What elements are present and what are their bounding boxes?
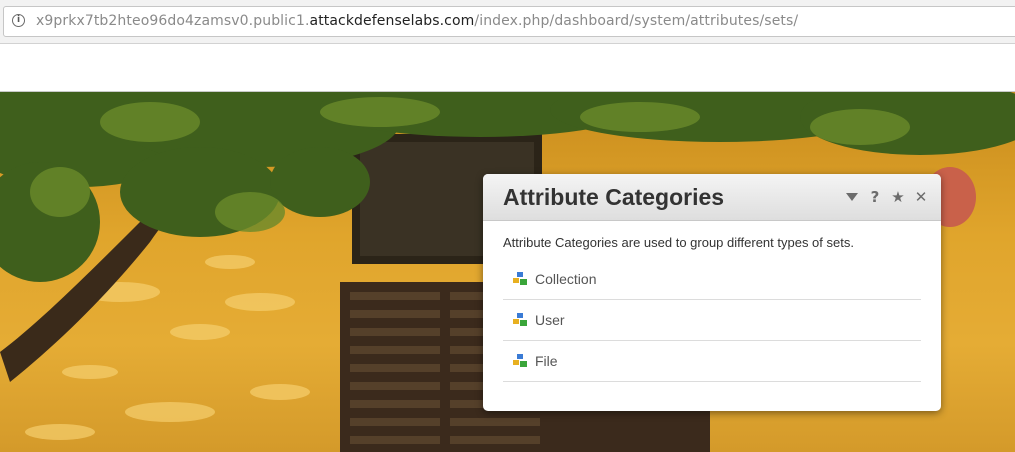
dialog-header: Attribute Categories ? ★ ✕ [483, 174, 941, 221]
category-icon [513, 272, 527, 285]
help-icon[interactable]: ? [867, 189, 883, 205]
dialog-description: Attribute Categories are used to group d… [503, 235, 854, 250]
dialog-header-icons: ? ★ ✕ [844, 189, 929, 205]
dashboard-toolbar [0, 44, 1015, 92]
url-domain: attackdefenselabs.com [309, 13, 475, 29]
category-icon [513, 354, 527, 367]
category-icon [513, 313, 527, 326]
url-path: /index.php/dashboard/system/attributes/s… [474, 13, 799, 29]
url-text[interactable]: x9prkx7tb2hteo96do4zamsv0.public1.attack… [36, 13, 798, 29]
dialog-body: Attribute Categories are used to group d… [483, 221, 941, 382]
category-item-file[interactable]: File [503, 341, 921, 382]
attribute-categories-dialog: Attribute Categories ? ★ ✕ Attribute Cat… [483, 174, 941, 411]
category-label: User [535, 312, 565, 328]
category-item-collection[interactable]: Collection [503, 259, 921, 300]
star-icon[interactable]: ★ [890, 189, 906, 205]
category-item-user[interactable]: User [503, 300, 921, 341]
url-prefix: x9prkx7tb2hteo96do4zamsv0.public1. [36, 13, 310, 29]
category-label: Collection [535, 271, 597, 287]
category-list: Collection User File [503, 259, 921, 382]
dialog-title: Attribute Categories [503, 184, 725, 210]
close-icon[interactable]: ✕ [913, 189, 929, 205]
category-label: File [535, 353, 558, 369]
url-field[interactable]: i x9prkx7tb2hteo96do4zamsv0.public1.atta… [3, 6, 1015, 37]
info-icon[interactable]: i [12, 14, 25, 27]
dropdown-arrow-icon[interactable] [844, 189, 860, 205]
browser-address-bar: i x9prkx7tb2hteo96do4zamsv0.public1.atta… [0, 0, 1015, 44]
